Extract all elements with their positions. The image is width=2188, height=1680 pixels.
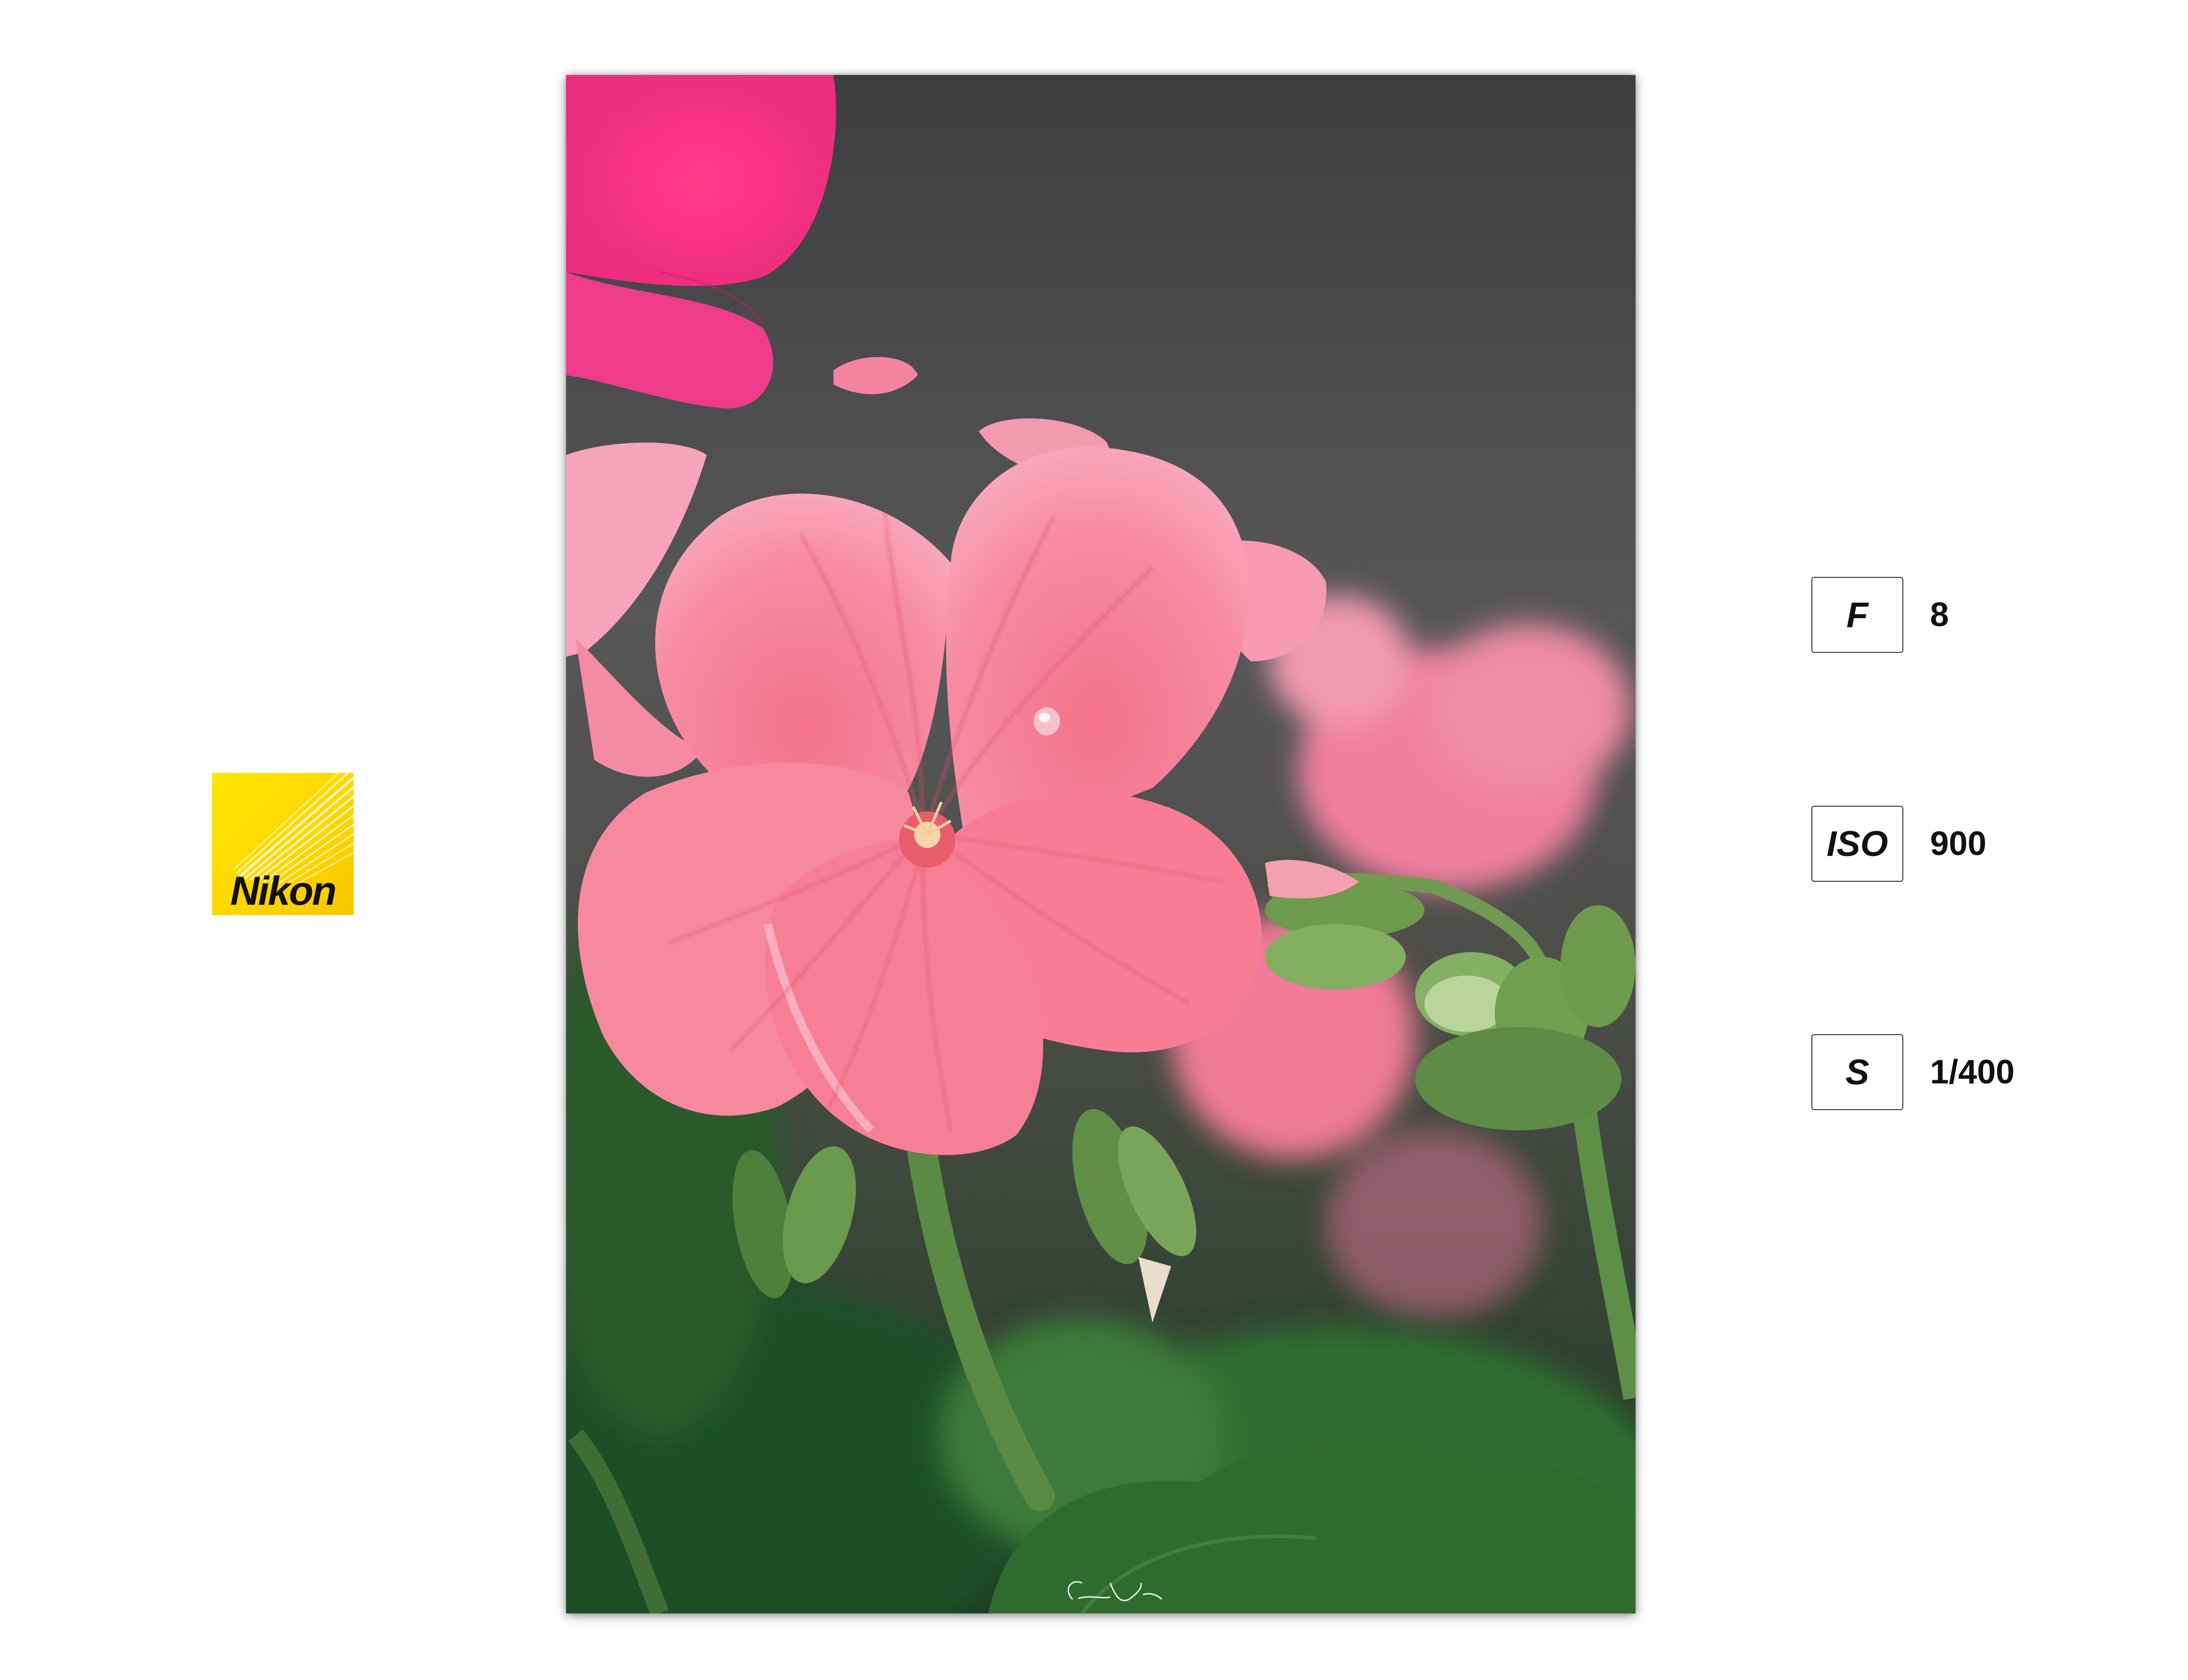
exif-aperture-row: F 8 [1811,577,2093,655]
aperture-value: 8 [1930,596,1949,634]
flower-photograph [566,75,1635,1613]
nikon-logo: Nikon [212,773,354,915]
shutter-label: S [1811,1034,1903,1110]
iso-value: 900 [1930,825,1987,863]
exif-iso-row: ISO 900 [1811,806,2093,884]
exif-shutter-row: S 1/400 [1811,1034,2093,1112]
shutter-value: 1/400 [1930,1053,2015,1091]
nikon-wordmark: Nikon [230,869,337,914]
aperture-label: F [1811,577,1903,653]
iso-label: ISO [1811,806,1903,882]
